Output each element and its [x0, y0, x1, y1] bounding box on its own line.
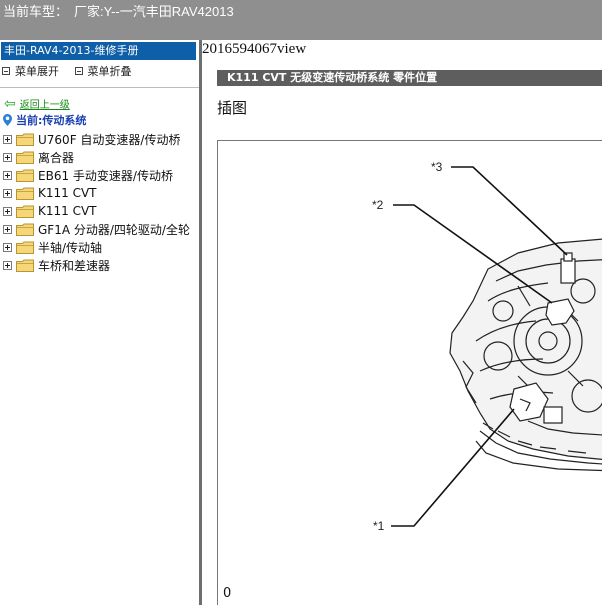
tree-item-eb61[interactable]: EB61 手动变速器/传动桥	[3, 166, 199, 184]
expand-menu-button[interactable]: 菜单展开	[2, 63, 59, 79]
expand-icon	[2, 67, 10, 75]
tree-item-label: K111 CVT	[38, 204, 97, 218]
collapse-menu-label: 菜单折叠	[87, 65, 132, 78]
title-bar: 当前车型： 厂家:Y--一汽丰田RAV42013	[0, 0, 602, 40]
tree-item-clutch[interactable]: 离合器	[3, 148, 199, 166]
category-tree: U760F 自动变速器/传动桥 离合器 EB61 手动变速器/传动桥 K111 …	[3, 130, 199, 274]
transaxle-drawing	[449, 238, 602, 472]
tree-item-k111-cvt-2[interactable]: K111 CVT	[3, 202, 199, 220]
tree-item-gf1a[interactable]: GF1A 分动器/四轮驱动/全轮	[3, 220, 199, 238]
tree-item-label: GF1A 分动器/四轮驱动/全轮	[38, 222, 190, 237]
folder-icon	[16, 187, 34, 200]
back-link-label: 返回上一级	[19, 100, 70, 111]
tree-item-label: EB61 手动变速器/传动桥	[38, 168, 173, 183]
folder-icon	[16, 205, 34, 218]
expand-node-icon[interactable]	[3, 224, 12, 234]
callout-2-label: *2	[372, 198, 384, 212]
tree-item-label: U760F 自动变速器/传动桥	[38, 132, 181, 147]
section-title: 插图	[217, 99, 248, 117]
figure-number: 0	[223, 586, 232, 601]
menu-actions: 菜单展开 菜单折叠	[2, 63, 144, 79]
folder-icon	[16, 133, 34, 146]
view-id: 2016594067view	[202, 41, 307, 57]
tree-item-label: K111 CVT	[38, 186, 97, 200]
expand-node-icon[interactable]	[3, 170, 12, 180]
back-arrow-icon: ⇦	[4, 95, 16, 112]
tree-item-halfshaft[interactable]: 半轴/传动轴	[3, 238, 199, 256]
collapse-menu-button[interactable]: 菜单折叠	[74, 63, 132, 79]
content-pane: 2016594067view K111 CVT 无级变速传动桥系统 零件位置 插…	[202, 40, 602, 605]
back-link[interactable]: ⇦ 返回上一级	[4, 95, 70, 112]
folder-icon	[16, 259, 34, 272]
illustration-frame: *3 *2 *1	[217, 140, 602, 605]
tree-item-k111-cvt[interactable]: K111 CVT	[3, 184, 199, 202]
expand-node-icon[interactable]	[3, 206, 12, 216]
sidebar: 丰田-RAV4-2013-维修手册 菜单展开 菜单折叠 ⇦ 返回上一级 当前:传…	[0, 40, 199, 605]
current-location-label: 当前:传动系统	[16, 114, 87, 127]
expand-node-icon[interactable]	[3, 152, 12, 162]
current-location: 当前:传动系统	[3, 112, 86, 128]
tree-item-axle-differential[interactable]: 车桥和差速器	[3, 256, 199, 274]
document-header: K111 CVT 无级变速传动桥系统 零件位置	[217, 70, 602, 86]
callout-3-label: *3	[431, 160, 443, 174]
manual-title: 丰田-RAV4-2013-维修手册	[1, 42, 196, 60]
vehicle-label: 当前车型：	[3, 4, 69, 19]
tree-item-u760f[interactable]: U760F 自动变速器/传动桥	[3, 130, 199, 148]
folder-icon	[16, 223, 34, 236]
collapse-icon	[74, 67, 83, 75]
expand-node-icon[interactable]	[3, 242, 12, 252]
expand-node-icon[interactable]	[3, 188, 12, 198]
callout-3-leader	[451, 166, 568, 256]
expand-menu-label: 菜单展开	[15, 65, 59, 78]
folder-icon	[16, 241, 34, 254]
expand-node-icon[interactable]	[3, 260, 12, 270]
sidebar-divider	[0, 87, 199, 88]
folder-icon	[16, 169, 34, 182]
expand-node-icon[interactable]	[3, 134, 12, 144]
folder-icon	[16, 151, 34, 164]
callout-1-label: *1	[373, 519, 385, 533]
tree-item-label: 车桥和差速器	[38, 258, 111, 273]
vehicle-title: 当前车型： 厂家:Y--一汽丰田RAV42013	[3, 1, 240, 20]
location-pin-icon	[3, 114, 12, 126]
transmission-illustration: *3 *2 *1	[372, 160, 602, 533]
vehicle-name: 厂家:Y--一汽丰田RAV42013	[74, 4, 234, 19]
tree-item-label: 离合器	[38, 150, 75, 165]
tree-item-label: 半轴/传动轴	[38, 240, 103, 255]
